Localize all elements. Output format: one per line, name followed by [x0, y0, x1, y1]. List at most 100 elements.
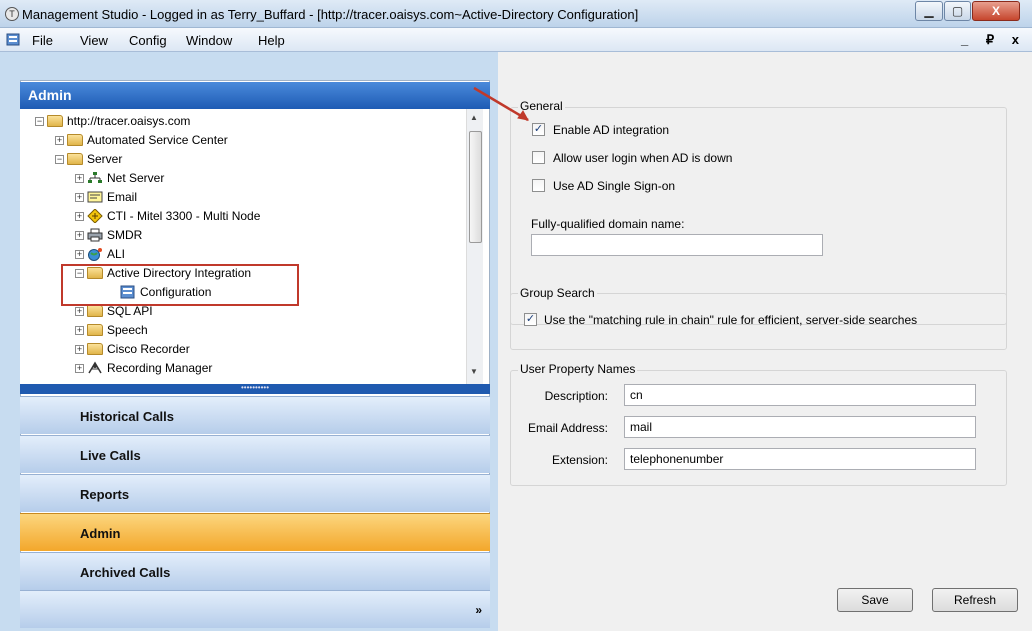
recording-manager-icon — [88, 361, 102, 374]
user-property-names-legend: User Property Names — [518, 362, 638, 376]
network-icon — [88, 172, 102, 183]
description-input[interactable]: cn — [624, 384, 976, 406]
tree-scrollbar[interactable]: ▲ ▼ — [466, 109, 483, 384]
tree-node-label: Server — [87, 152, 123, 166]
pane-splitter[interactable]: •••••••••• — [20, 384, 490, 394]
nav-historical-calls[interactable]: Historical Calls — [20, 396, 490, 434]
tree-node-label: ALI — [107, 247, 126, 261]
nav-admin[interactable]: Admin — [20, 513, 490, 551]
configuration-panel: General ✓ Enable AD integration Allow us… — [498, 52, 1032, 631]
matching-rule-label: Use the "matching rule in chain" rule fo… — [544, 313, 918, 327]
folder-icon — [87, 343, 103, 355]
expand-icon[interactable]: + — [55, 135, 64, 145]
tree-node-configuration[interactable]: Configuration — [120, 283, 211, 301]
tree-node-label: Recording Manager — [107, 361, 213, 375]
tree-node-sql-api[interactable]: + SQL API — [75, 302, 153, 320]
tree-node-label: SMDR — [107, 228, 143, 242]
tree-node-automated-service-center[interactable]: + Automated Service Center — [55, 131, 228, 149]
scroll-up-icon[interactable]: ▲ — [470, 113, 478, 122]
email-icon — [87, 191, 103, 203]
collapse-icon[interactable]: − — [55, 154, 64, 164]
menu-help[interactable]: Help — [258, 33, 285, 48]
expand-icon[interactable]: + — [75, 306, 84, 316]
tree-node-label: SQL API — [107, 304, 153, 318]
app-icon: T — [5, 7, 19, 21]
single-sign-on-checkbox[interactable] — [532, 179, 545, 192]
folder-icon — [47, 115, 63, 127]
minimize-button[interactable]: ▁ — [915, 1, 943, 21]
allow-login-checkbox[interactable] — [532, 151, 545, 164]
nav-live-calls[interactable]: Live Calls — [20, 435, 490, 473]
scrollbar-thumb[interactable] — [469, 131, 482, 243]
expand-icon[interactable]: + — [75, 173, 84, 183]
menu-window[interactable]: Window — [186, 33, 232, 48]
single-sign-on-label: Use AD Single Sign-on — [553, 179, 676, 193]
expand-icon[interactable]: + — [75, 230, 84, 240]
application-window: T Management Studio - Logged in as Terry… — [0, 0, 1032, 631]
window-title: Management Studio - Logged in as Terry_B… — [22, 7, 639, 22]
app-menu-icon[interactable] — [6, 33, 20, 46]
expand-icon[interactable]: + — [75, 211, 84, 221]
tree-node-email[interactable]: + Email — [75, 188, 137, 206]
nav-archived-calls[interactable]: Archived Calls — [20, 552, 490, 590]
extension-input[interactable]: telephonenumber — [624, 448, 976, 470]
allow-login-label: Allow user login when AD is down — [553, 151, 733, 165]
admin-panel-header: Admin — [20, 82, 490, 109]
fqdn-input[interactable] — [531, 234, 823, 256]
expand-icon[interactable]: + — [75, 249, 84, 259]
folder-icon — [87, 267, 103, 279]
expand-icon[interactable]: + — [75, 363, 84, 373]
menu-view[interactable]: View — [80, 33, 108, 48]
tree-node-cisco-recorder[interactable]: + Cisco Recorder — [75, 340, 190, 358]
description-label: Description: — [544, 389, 608, 403]
tree-node-label: Active Directory Integration — [107, 266, 252, 280]
expand-icon[interactable]: + — [75, 325, 84, 335]
config-icon — [120, 285, 135, 299]
extension-label: Extension: — [551, 453, 608, 467]
nav-reports[interactable]: Reports — [20, 474, 490, 512]
enable-ad-checkbox[interactable]: ✓ — [532, 123, 545, 136]
mdi-window-controls[interactable]: _ ₽ x — [961, 32, 1026, 48]
general-legend: General — [518, 99, 565, 113]
email-address-input[interactable]: mail — [624, 416, 976, 438]
cti-icon — [87, 209, 103, 223]
tree-node-root[interactable]: − http://tracer.oaisys.com — [35, 112, 190, 130]
tree-node-label: http://tracer.oaisys.com — [67, 114, 191, 128]
folder-icon — [67, 153, 83, 165]
folder-icon — [87, 324, 103, 336]
tree-node-net-server[interactable]: + Net Server — [75, 169, 164, 187]
tree-node-server[interactable]: − Server — [55, 150, 122, 168]
title-bar[interactable]: T Management Studio - Logged in as Terry… — [0, 0, 1032, 28]
expand-icon[interactable]: + — [75, 344, 84, 354]
scroll-down-icon[interactable]: ▼ — [470, 367, 478, 376]
maximize-button[interactable]: ▢ — [944, 1, 971, 21]
menu-config[interactable]: Config — [129, 33, 167, 48]
fqdn-label: Fully-qualified domain name: — [531, 217, 685, 231]
menu-file[interactable]: File — [32, 33, 53, 48]
email-address-label: Email Address: — [527, 421, 608, 435]
collapse-icon[interactable]: − — [35, 116, 44, 126]
folder-icon — [87, 305, 103, 317]
window-left-edge — [0, 52, 20, 631]
tree-node-active-directory-integration[interactable]: − Active Directory Integration — [75, 264, 251, 282]
tree-node-speech[interactable]: + Speech — [75, 321, 148, 339]
close-button[interactable]: X — [972, 1, 1020, 21]
tree-node-smdr[interactable]: + SMDR — [75, 226, 142, 244]
enable-ad-label: Enable AD integration — [553, 123, 670, 137]
collapse-icon[interactable]: − — [75, 268, 84, 278]
refresh-button[interactable]: Refresh — [932, 588, 1018, 612]
nav-overflow-bar: » — [20, 590, 490, 628]
tree-node-label: Email — [107, 190, 138, 204]
tree-node-label: Configuration — [140, 285, 212, 299]
tree-node-label: CTI - Mitel 3300 - Multi Node — [107, 209, 261, 223]
chevron-overflow-icon[interactable]: » — [475, 603, 482, 617]
admin-tree: − http://tracer.oaisys.com + Automated S… — [20, 109, 482, 384]
save-button[interactable]: Save — [837, 588, 913, 612]
tree-node-ali[interactable]: + ALI — [75, 245, 125, 263]
matching-rule-checkbox[interactable]: ✓ — [524, 313, 537, 326]
tree-node-cti[interactable]: + CTI - Mitel 3300 - Multi Node — [75, 207, 260, 225]
tree-node-recording-manager[interactable]: + Recording Manager — [75, 359, 212, 377]
folder-icon — [67, 134, 83, 146]
tree-node-label: Net Server — [107, 171, 165, 185]
expand-icon[interactable]: + — [75, 192, 84, 202]
